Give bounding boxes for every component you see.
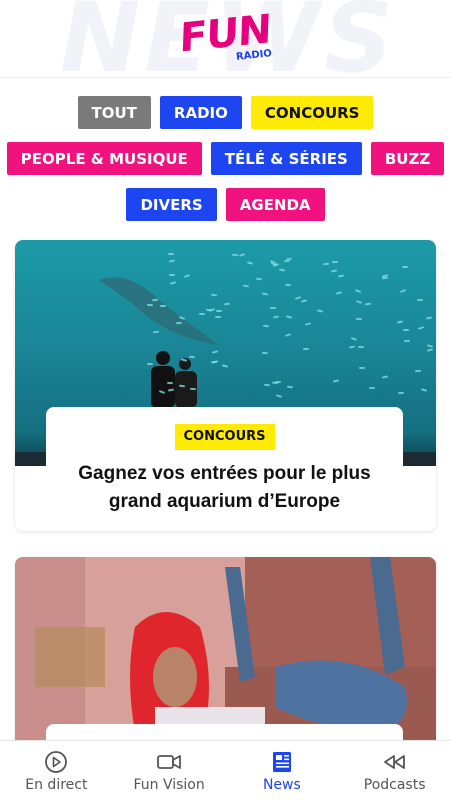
fish-shape xyxy=(286,315,293,319)
fish-shape xyxy=(322,262,329,266)
filter-radio[interactable]: RADIO xyxy=(159,96,242,129)
filter-row-1: TOUT RADIO CONCOURS xyxy=(0,96,451,129)
fish-shape xyxy=(231,254,238,257)
app-header: NEWS FUN RADIO xyxy=(0,0,451,78)
fish-shape xyxy=(221,364,229,368)
fish-shape xyxy=(316,309,323,313)
fish-shape xyxy=(401,265,408,268)
fish-shape xyxy=(275,394,282,398)
fish-shape xyxy=(153,330,160,333)
filter-people-musique[interactable]: PEOPLE & MUSIQUE xyxy=(6,142,202,175)
fish-shape xyxy=(303,347,310,351)
nav-label: Podcasts xyxy=(363,777,426,793)
fish-shape xyxy=(263,324,270,328)
fish-shape xyxy=(397,391,404,395)
fish-shape xyxy=(179,384,186,388)
filter-divers[interactable]: DIVERS xyxy=(126,188,217,221)
fish-shape xyxy=(425,316,433,320)
filter-row-3: DIVERS AGENDA xyxy=(0,188,451,221)
fish-shape xyxy=(349,345,356,349)
filter-concours[interactable]: CONCOURS xyxy=(250,96,374,129)
fish-shape xyxy=(243,284,250,288)
fish-shape xyxy=(403,339,410,343)
play-circle-icon xyxy=(45,751,68,773)
article-title[interactable]: Gagnez vos entrées pour le plus grand aq… xyxy=(46,460,403,516)
fish-shape xyxy=(355,299,362,304)
nav-label: News xyxy=(262,777,301,793)
rewind-icon xyxy=(383,755,405,769)
filter-buzz[interactable]: BUZZ xyxy=(370,142,445,175)
fun-radio-logo[interactable]: FUN RADIO xyxy=(179,6,274,68)
visitors-silhouette xyxy=(151,351,197,408)
fish-shape xyxy=(381,276,388,280)
fish-shape xyxy=(414,370,421,373)
nav-podcasts[interactable]: Podcasts xyxy=(338,741,451,800)
fish-shape xyxy=(381,375,388,380)
fish-shape xyxy=(333,379,340,383)
newspaper-icon xyxy=(272,752,291,772)
fish-shape xyxy=(369,387,376,390)
fish-shape xyxy=(198,312,205,315)
video-camera-icon xyxy=(157,755,182,769)
fish-shape xyxy=(396,320,404,324)
fish-shape xyxy=(255,277,262,280)
nav-label: En direct xyxy=(25,777,88,793)
fish-shape xyxy=(176,321,183,324)
filter-row-2: PEOPLE & MUSIQUE TÉLÉ & SÉRIES BUZZ xyxy=(0,142,451,175)
nav-news[interactable]: News xyxy=(226,741,339,800)
fish-shape xyxy=(300,298,308,303)
nav-en-direct[interactable]: En direct xyxy=(0,741,113,800)
fish-shape xyxy=(330,269,338,273)
fish-shape xyxy=(261,292,269,296)
fish-shape xyxy=(365,302,372,306)
fish-shape xyxy=(284,333,291,337)
fish-shape xyxy=(271,381,278,385)
fish-shape xyxy=(354,289,362,293)
fish-shape xyxy=(357,345,365,349)
fish-shape xyxy=(336,291,343,295)
fish-shape xyxy=(332,261,339,264)
fish-shape xyxy=(190,387,197,391)
fish-shape xyxy=(295,296,302,301)
fish-shape xyxy=(358,367,365,370)
fish-shape xyxy=(211,360,218,364)
nav-label: Fun Vision xyxy=(133,777,205,793)
fish-shape xyxy=(273,315,280,319)
nav-fun-vision[interactable]: Fun Vision xyxy=(113,741,226,800)
fish-shape xyxy=(304,322,311,326)
filter-tout[interactable]: TOUT xyxy=(77,96,151,129)
fish-shape xyxy=(146,303,154,307)
fish-shape xyxy=(151,298,158,301)
fish-shape xyxy=(400,288,407,293)
article-card[interactable]: CONCOURS Gagnez vos entrées pour le plus… xyxy=(15,240,436,531)
fish-shape xyxy=(420,388,428,392)
fish-shape xyxy=(168,253,175,256)
article-card[interactable] xyxy=(15,557,436,757)
fish-shape xyxy=(351,337,358,342)
fish-shape xyxy=(167,381,174,385)
fish-shape xyxy=(285,284,292,287)
fish-shape xyxy=(284,259,291,262)
category-filters: TOUT RADIO CONCOURS PEOPLE & MUSIQUE TÉL… xyxy=(0,96,451,234)
fish-shape xyxy=(262,351,269,355)
fish-shape xyxy=(278,268,285,272)
fish-shape xyxy=(211,350,219,354)
bottom-navigation: En direct Fun Vision News Podcasts xyxy=(0,740,451,800)
fish-shape xyxy=(403,329,410,332)
fish-shape xyxy=(418,326,425,331)
fish-shape xyxy=(270,306,277,309)
fish-shape xyxy=(427,348,434,352)
filter-tele-series[interactable]: TÉLÉ & SÉRIES xyxy=(210,142,362,175)
filter-agenda[interactable]: AGENDA xyxy=(225,188,325,221)
fish-shape xyxy=(287,385,294,389)
logo-sub-text: RADIO xyxy=(235,48,273,63)
fish-shape xyxy=(417,298,424,301)
article-tag[interactable]: CONCOURS xyxy=(174,424,275,450)
fish-shape xyxy=(337,274,345,278)
fish-shape xyxy=(263,383,270,387)
fish-shape xyxy=(247,260,254,265)
fish-shape xyxy=(239,253,246,257)
fish-shape xyxy=(356,318,363,321)
article-caption: CONCOURS Gagnez vos entrées pour le plus… xyxy=(46,407,403,531)
